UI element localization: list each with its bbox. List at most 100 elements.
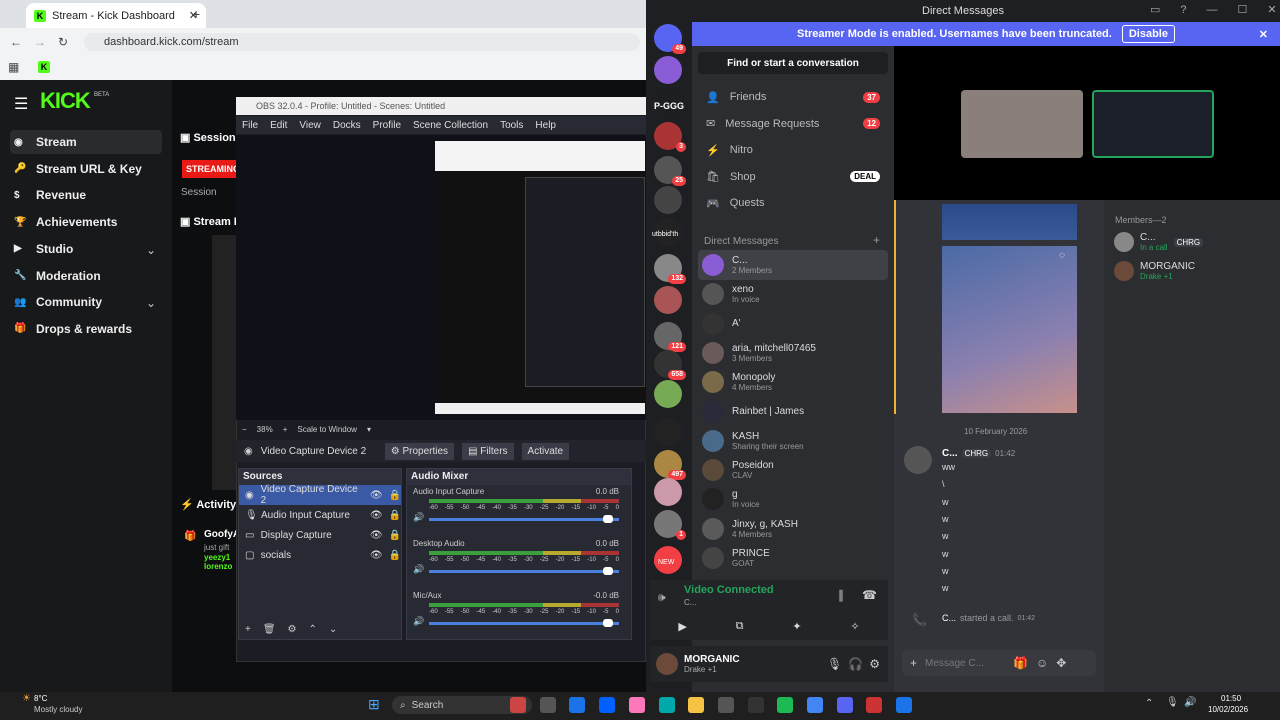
taskbar-app-icon[interactable] — [866, 697, 883, 713]
user-settings-icon[interactable]: ⚙ — [869, 657, 880, 671]
zoom-in-icon[interactable]: + — [283, 425, 288, 434]
bookmark-kick-icon[interactable]: K — [38, 61, 50, 73]
camera-toggle-icon[interactable]: ▶ — [678, 620, 686, 633]
dm-item[interactable]: KASH Sharing their screen — [698, 426, 888, 456]
dm-item[interactable]: PRINCE GOAT — [698, 543, 888, 573]
kick-nav-stream-url-key[interactable]: 🔑 Stream URL & Key — [10, 157, 162, 181]
member-item[interactable]: MORGANIC Drake +1 — [1114, 261, 1195, 281]
server-icon[interactable]: 3 — [654, 122, 686, 152]
disconnect-icon[interactable]: ☎ — [862, 588, 877, 602]
dm-item[interactable]: Monopoly 4 Members — [698, 367, 888, 397]
speaker-icon[interactable]: 🔊 — [413, 564, 424, 575]
apps-input-icon[interactable]: ✥ — [1056, 656, 1066, 670]
banner-close-icon[interactable]: ✕ — [1259, 28, 1268, 41]
forward-icon[interactable]: → — [34, 35, 46, 49]
server-icon[interactable] — [654, 186, 682, 214]
community-chevron-icon[interactable]: ⌄ — [146, 296, 156, 310]
taskbar-app-icon[interactable] — [777, 697, 794, 713]
dm-nav-shop[interactable]: 🛍 Shop DEAL — [698, 164, 888, 190]
emoji-icon[interactable]: ☺ — [1036, 656, 1048, 670]
kick-nav-achievements[interactable]: 🏆 Achievements — [10, 210, 162, 234]
obs-menu-edit[interactable]: Edit — [270, 120, 287, 131]
server-icon[interactable]: 132 — [654, 254, 686, 284]
taskbar-app-icon[interactable] — [539, 697, 556, 713]
apps-icon[interactable]: ▦ — [8, 60, 19, 74]
new-tab-icon[interactable]: + — [192, 6, 200, 22]
back-icon[interactable]: ← — [10, 35, 22, 49]
volume-slider[interactable] — [429, 570, 619, 573]
source-item[interactable]: ◉ Video Capture Device 2 👁 🔒 — [239, 484, 401, 506]
webcam-tile-2[interactable] — [1092, 90, 1214, 158]
message-author[interactable]: C... — [942, 448, 958, 459]
source-item[interactable]: 🎙 Audio Input Capture 👁 🔒 — [239, 505, 401, 525]
properties-button[interactable]: ⚙ Properties — [384, 442, 455, 460]
tray-up-icon[interactable]: ⌃ — [1145, 698, 1153, 709]
dm-item[interactable]: aria, mitchell07465 3 Members — [698, 338, 888, 368]
taskbar-app-icon[interactable] — [836, 697, 853, 713]
remove-source-icon[interactable]: 🗑 — [263, 624, 276, 635]
dm-item[interactable]: Poseidon CLAV — [698, 455, 888, 485]
server-icon[interactable]: 658 — [654, 350, 686, 380]
taskbar-app-icon[interactable] — [717, 697, 734, 713]
studio-chevron-icon[interactable]: ⌄ — [146, 243, 156, 257]
help-icon[interactable]: ? — [1180, 4, 1186, 16]
zoom-out-icon[interactable]: − — [242, 425, 247, 434]
volume-slider[interactable] — [429, 518, 619, 521]
browser-tab[interactable]: K Stream - Kick Dashboard ✕ — [26, 3, 206, 28]
headset-icon[interactable]: 🎧 — [848, 657, 863, 671]
visibility-icon[interactable]: 👁 — [370, 510, 383, 521]
dm-item[interactable]: xeno In voice — [698, 279, 888, 309]
source-settings-icon[interactable]: ⚙ — [288, 624, 297, 635]
kick-nav-revenue[interactable]: $ Revenue — [10, 183, 162, 207]
screen-share-icon[interactable]: ⧉ — [736, 620, 744, 633]
menu-icon[interactable]: ☰ — [14, 94, 28, 114]
dm-item[interactable]: Jinxy, g, KASH 4 Members — [698, 514, 888, 544]
speaker-tray-icon[interactable]: 🔊 — [1184, 697, 1196, 708]
stream-tile[interactable] — [942, 246, 1077, 413]
source-item[interactable]: ▭ Display Capture 👁 🔒 — [239, 525, 401, 545]
kick-nav-community[interactable]: 👥 Community — [10, 290, 162, 314]
dm-nav-friends[interactable]: 👤 Friends 37 — [698, 84, 888, 110]
scale-chevron-icon[interactable]: ▾ — [367, 425, 371, 434]
reload-icon[interactable]: ↻ — [58, 35, 68, 49]
visibility-icon[interactable]: 👁 — [370, 550, 383, 561]
speaker-icon[interactable]: 🔊 — [413, 512, 424, 523]
server-icon[interactable] — [654, 418, 682, 446]
taskbar-app-icon[interactable] — [658, 697, 675, 713]
move-down-icon[interactable]: ⌄ — [329, 624, 337, 635]
speaker-icon[interactable]: 🔊 — [413, 616, 424, 627]
message-avatar[interactable] — [904, 446, 932, 474]
visibility-icon[interactable]: 👁 — [370, 530, 383, 541]
move-up-icon[interactable]: ⌃ — [309, 624, 317, 635]
taskbar-app-icon[interactable] — [807, 697, 823, 713]
taskbar-app-icon[interactable] — [510, 697, 526, 713]
activate-button[interactable]: Activate — [521, 442, 570, 460]
obs-menu-help[interactable]: Help — [535, 120, 556, 131]
taskbar-app-icon[interactable] — [747, 697, 764, 713]
lock-icon[interactable]: 🔒 — [389, 490, 401, 501]
server-icon[interactable]: 497 — [654, 450, 686, 480]
taskbar-app-icon[interactable] — [896, 697, 913, 713]
dm-nav-quests[interactable]: 🎮 Quests — [698, 190, 888, 216]
server-icon[interactable]: 25 — [654, 156, 686, 186]
obs-menu-file[interactable]: File — [242, 120, 258, 131]
source-item[interactable]: ▢ socials 👁 🔒 — [239, 545, 401, 565]
dm-item[interactable]: Rainbet | James — [698, 397, 888, 427]
scale-select[interactable]: Scale to Window — [297, 425, 357, 434]
lock-icon[interactable]: 🔒 — [389, 530, 401, 541]
lock-icon[interactable]: 🔒 — [389, 510, 401, 521]
disable-button[interactable]: Disable — [1121, 25, 1175, 43]
soundboard-icon[interactable]: ✧ — [850, 620, 859, 633]
new-dm-icon[interactable]: + — [873, 233, 880, 247]
dm-nav-nitro[interactable]: ⚡ Nitro — [698, 137, 888, 163]
obs-menu-docks[interactable]: Docks — [333, 120, 361, 131]
obs-menu-profile[interactable]: Profile — [373, 120, 401, 131]
taskbar-app-icon[interactable] — [628, 697, 645, 713]
volume-knob[interactable] — [603, 515, 613, 523]
taskbar-app-icon[interactable] — [599, 697, 616, 713]
attach-icon[interactable]: + — [910, 656, 917, 670]
server-icon[interactable]: 121 — [654, 322, 686, 352]
kick-nav-drops-rewards[interactable]: 🎁 Drops & rewards — [10, 317, 162, 341]
obs-menu-scene-collection[interactable]: Scene Collection — [413, 120, 488, 131]
taskbar-app-icon[interactable] — [688, 697, 705, 713]
